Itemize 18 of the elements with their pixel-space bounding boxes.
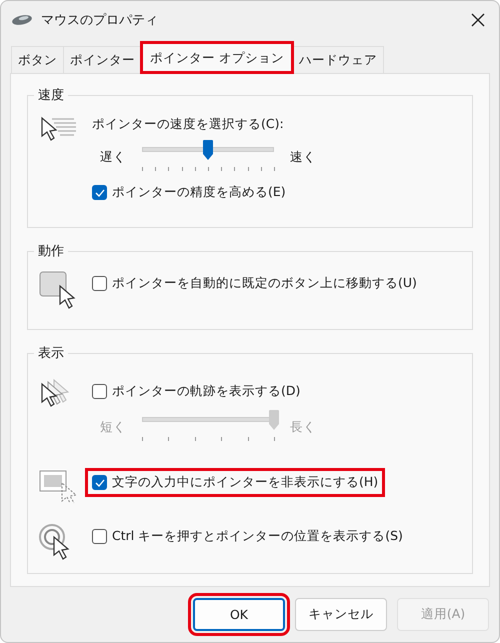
fast-label: 速く	[290, 148, 316, 166]
speed-label: ポインターの速度を選択する(C):	[92, 116, 285, 133]
dialog-button[interactable]: キャンセル	[295, 598, 387, 631]
checkbox[interactable]: Ctrl キーを押すとポインターの位置を表示する(S)	[88, 525, 407, 548]
checkbox[interactable]: ポインターの軌跡を表示する(D)	[88, 380, 304, 403]
tab[interactable]: ハードウェア	[292, 46, 384, 73]
group-title: 動作	[37, 243, 65, 260]
slow-label: 遅く	[100, 148, 126, 166]
long-label: 長く	[290, 418, 316, 436]
short-label: 短く	[100, 418, 126, 436]
window-title: マウスのプロパティ	[41, 12, 159, 29]
tab[interactable]: ボタン	[11, 46, 64, 73]
tab[interactable]: ポインター オプション	[141, 42, 293, 73]
group-title: 速度	[37, 87, 65, 104]
checkbox[interactable]: ポインターを自動的に既定のボタン上に移動する(U)	[88, 272, 421, 295]
group-title: 表示	[37, 345, 65, 362]
checkbox[interactable]: ポインターの精度を高める(E)	[88, 181, 290, 204]
checkbox[interactable]: 文字の入力中にポインターを非表示にする(H)	[88, 471, 382, 494]
